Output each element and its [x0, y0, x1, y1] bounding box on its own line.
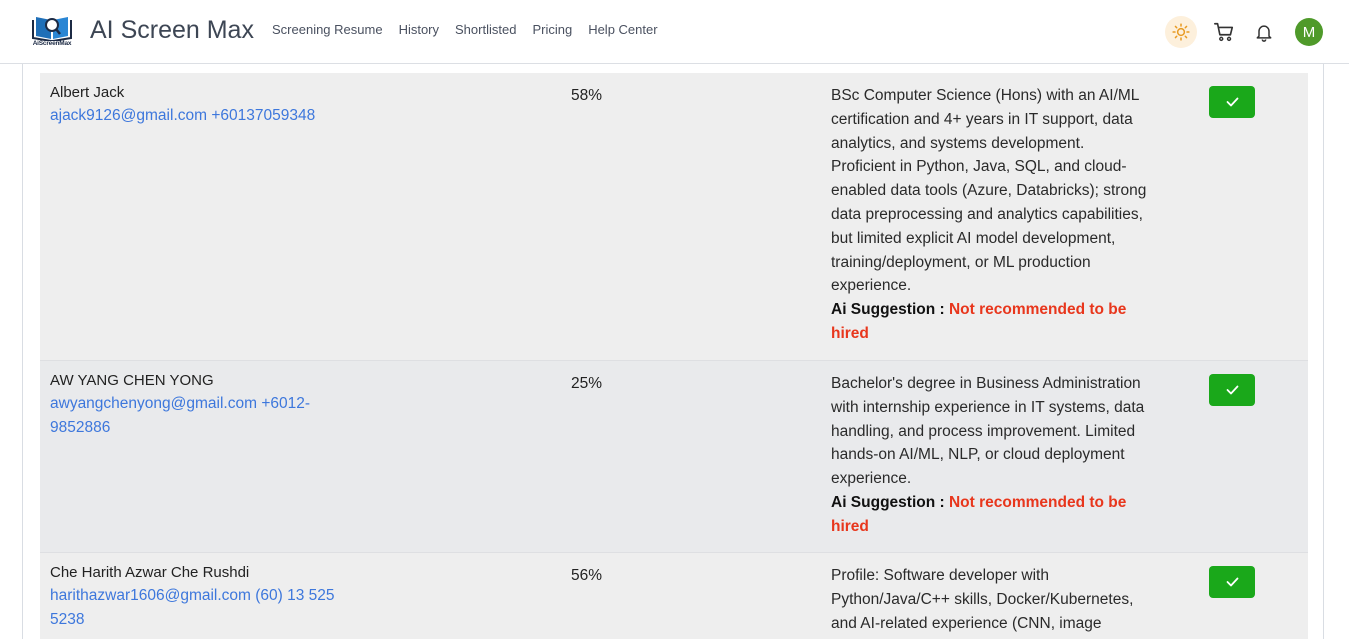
- check-icon: [1226, 97, 1238, 107]
- check-icon: [1226, 577, 1238, 587]
- nav-history[interactable]: History: [399, 22, 439, 37]
- nav-help-center[interactable]: Help Center: [588, 22, 657, 37]
- candidate-name: AW YANG CHEN YONG: [50, 372, 214, 389]
- nav-pricing[interactable]: Pricing: [532, 22, 572, 37]
- candidate-contact[interactable]: ajack9126@gmail.com +60137059348: [50, 104, 350, 128]
- candidate-name: Che Harith Azwar Che Rushdi: [50, 564, 250, 581]
- results-panel: Albert Jack ajack9126@gmail.com +6013705…: [22, 64, 1324, 639]
- summary-text: Profile: Software developer with Python/…: [831, 567, 1134, 632]
- shortlist-button[interactable]: [1209, 86, 1255, 118]
- match-score: 25%: [571, 375, 603, 392]
- shortlist-button[interactable]: [1209, 566, 1255, 598]
- table-row: Albert Jack ajack9126@gmail.com +6013705…: [40, 73, 1308, 360]
- ai-suggestion-label: Ai Suggestion :: [831, 301, 945, 319]
- candidate-contact[interactable]: awyangchenyong@gmail.com +6012-9852886: [50, 392, 340, 439]
- bell-icon: [1256, 25, 1272, 42]
- main-nav: Screening Resume History Shortlisted Pri…: [272, 22, 658, 37]
- table-row: Che Harith Azwar Che Rushdi harithazwar1…: [40, 552, 1308, 639]
- ai-suggestion-label: Ai Suggestion :: [831, 493, 945, 511]
- notifications-button[interactable]: [1247, 16, 1281, 48]
- table-row: AW YANG CHEN YONG awyangchenyong@gmail.c…: [40, 360, 1308, 552]
- check-icon: [1226, 385, 1238, 395]
- app-logo[interactable]: AiScreenMax: [30, 13, 74, 49]
- cart-icon: [1214, 22, 1234, 42]
- book-search-icon: [32, 17, 72, 42]
- nav-screening-resume[interactable]: Screening Resume: [272, 22, 383, 37]
- user-avatar[interactable]: M: [1295, 18, 1323, 46]
- top-navbar: AiScreenMax AI Screen Max Screening Resu…: [0, 0, 1349, 64]
- brand-title[interactable]: AI Screen Max: [90, 16, 254, 45]
- logo-caption: AiScreenMax: [32, 40, 72, 47]
- candidate-summary: Profile: Software developer with Python/…: [831, 564, 1153, 635]
- sun-icon: [1172, 23, 1190, 41]
- match-score: 56%: [571, 567, 603, 584]
- nav-shortlisted[interactable]: Shortlisted: [455, 22, 516, 37]
- summary-text: BSc Computer Science (Hons) with an AI/M…: [831, 87, 1147, 295]
- summary-text: Bachelor's degree in Business Administra…: [831, 375, 1145, 488]
- shortlist-button[interactable]: [1209, 374, 1255, 406]
- candidate-summary: Bachelor's degree in Business Administra…: [831, 372, 1153, 539]
- candidate-contact[interactable]: harithazwar1606@gmail.com (60) 13 525 52…: [50, 584, 340, 631]
- candidate-summary: BSc Computer Science (Hons) with an AI/M…: [831, 84, 1153, 346]
- theme-toggle-button[interactable]: [1165, 16, 1197, 48]
- header-actions: M: [1165, 16, 1323, 48]
- cart-button[interactable]: [1207, 16, 1241, 48]
- candidate-name: Albert Jack: [50, 84, 125, 101]
- match-score: 58%: [571, 87, 603, 104]
